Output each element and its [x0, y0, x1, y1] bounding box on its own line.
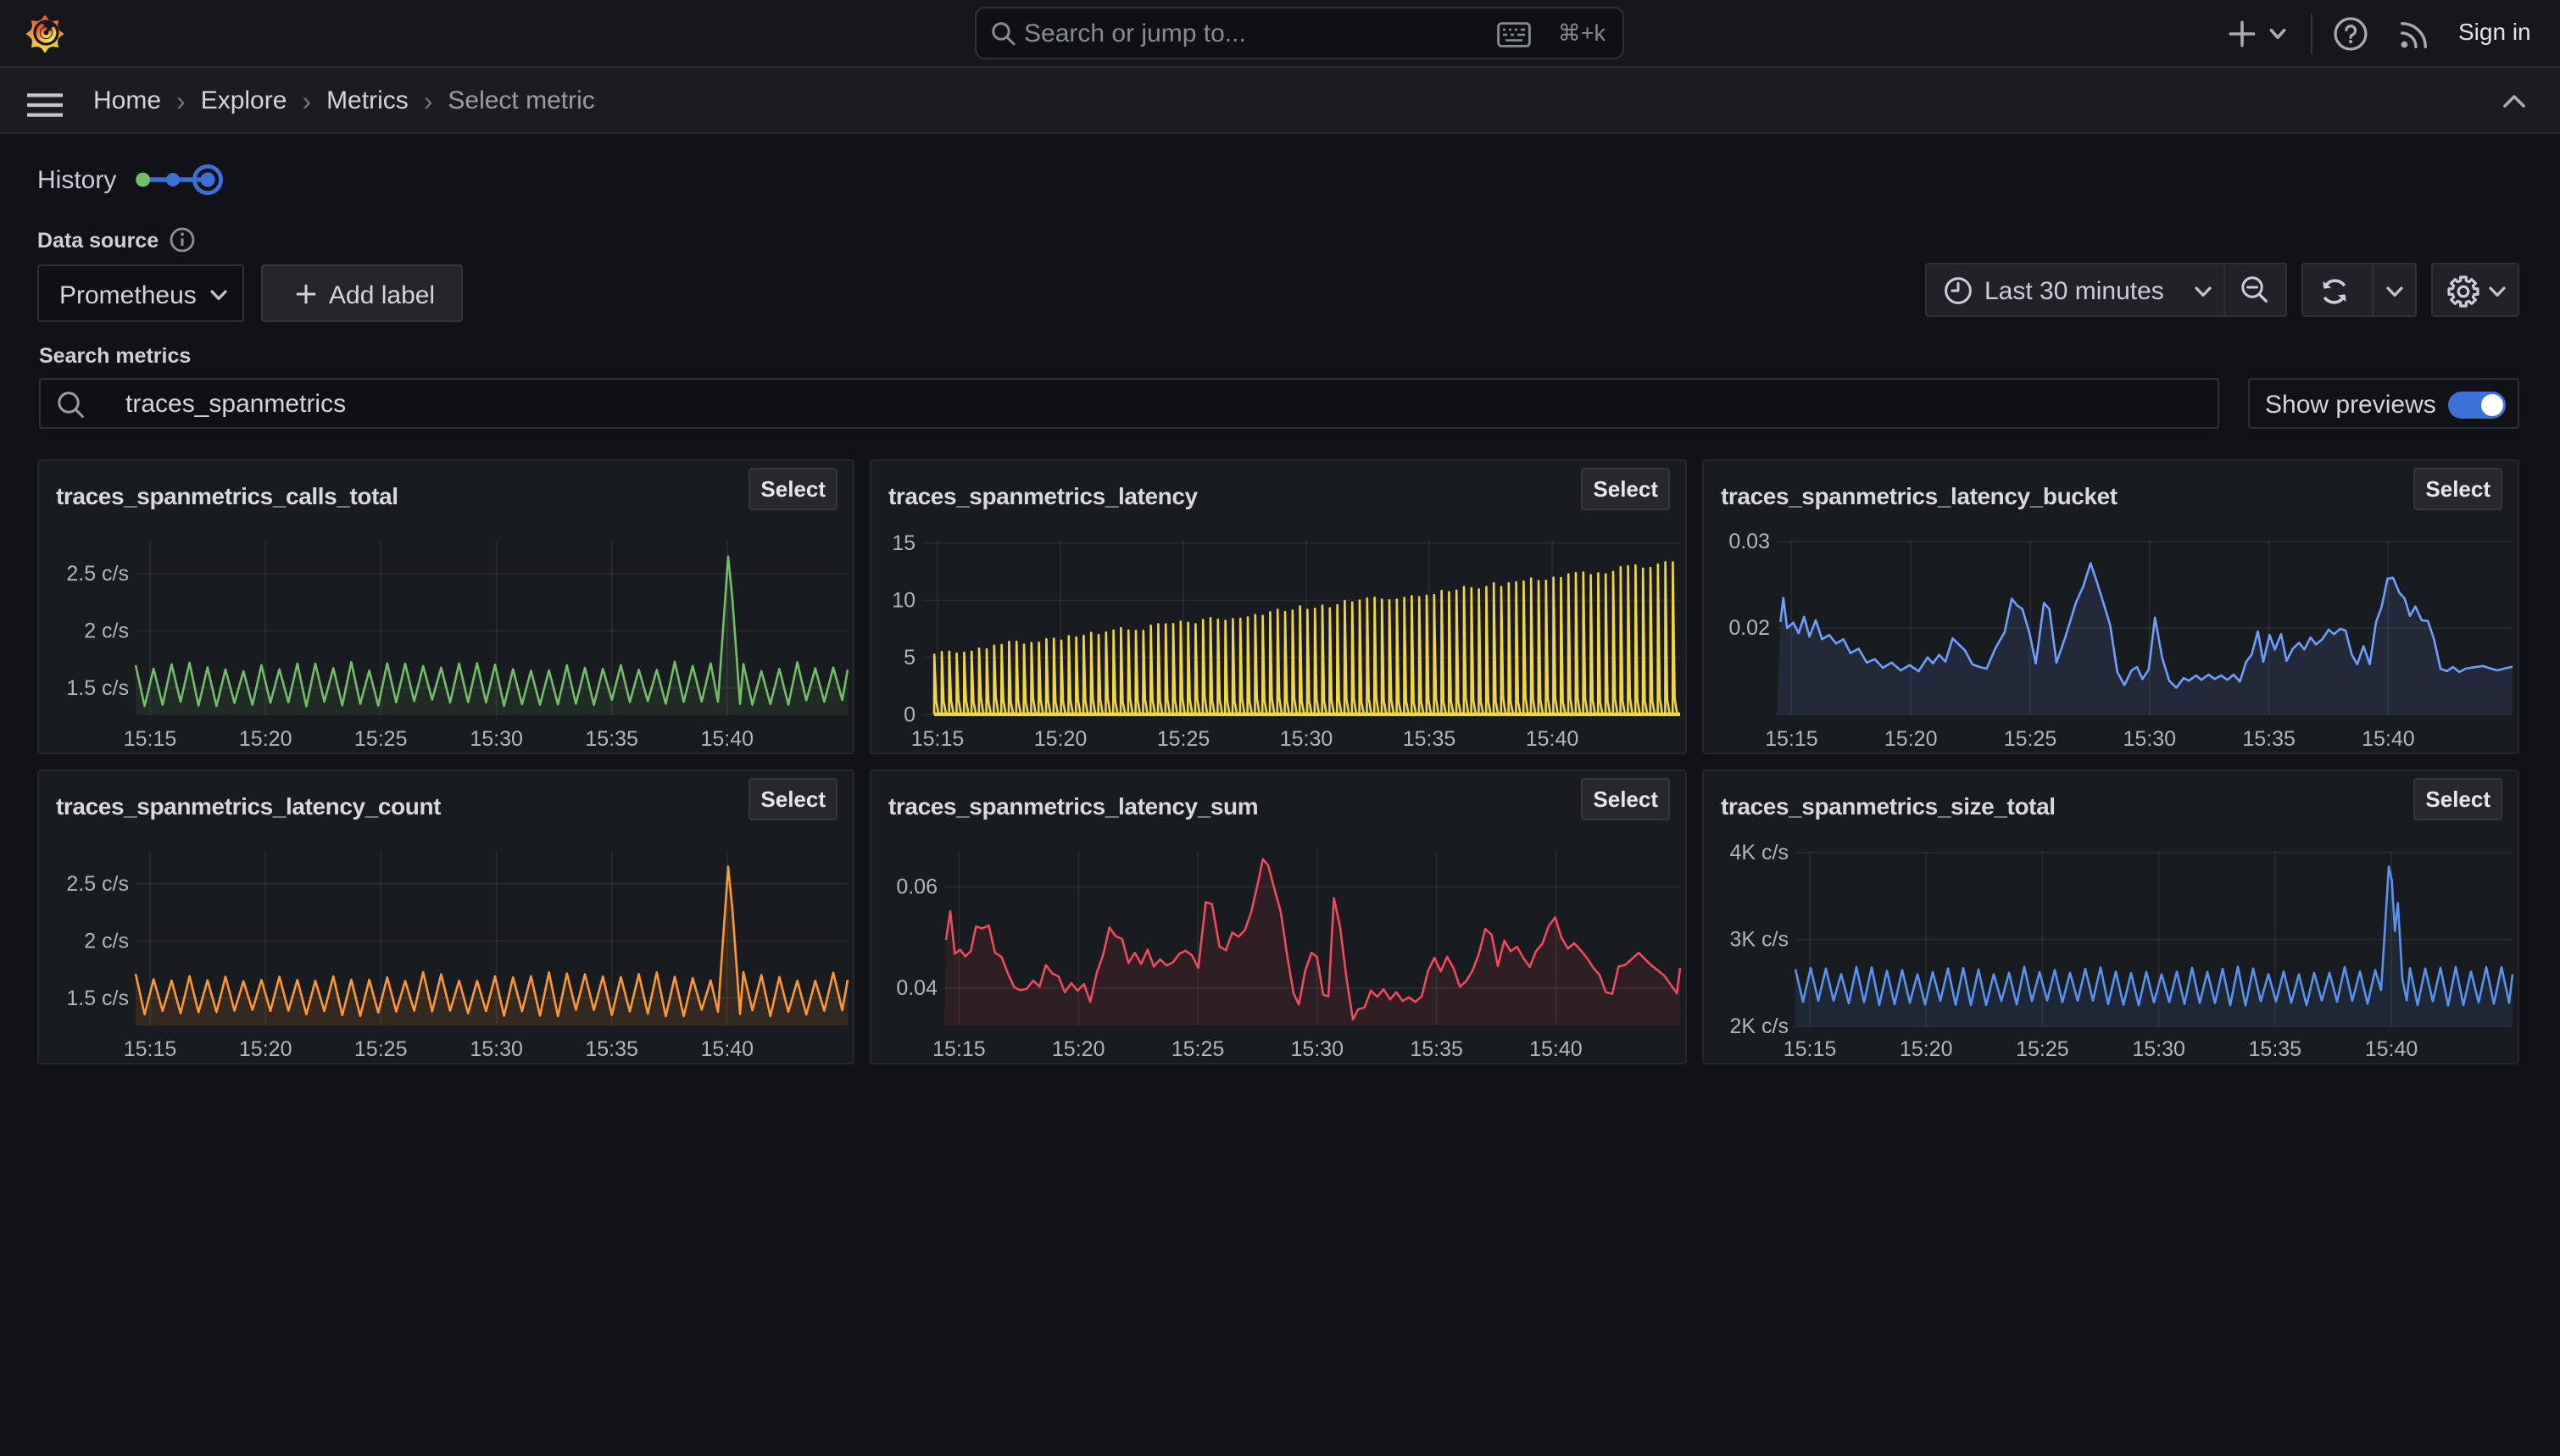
svg-text:15:15: 15:15	[124, 1037, 177, 1061]
svg-text:15:30: 15:30	[2132, 1037, 2185, 1061]
svg-text:15:25: 15:25	[354, 1037, 408, 1061]
svg-text:0.03: 0.03	[1728, 530, 1770, 553]
svg-text:15:20: 15:20	[239, 727, 292, 751]
svg-text:15:20: 15:20	[1052, 1037, 1105, 1061]
svg-text:2.5 c/s: 2.5 c/s	[66, 562, 129, 586]
svg-text:0.02: 0.02	[1728, 616, 1770, 640]
svg-text:15:25: 15:25	[2016, 1037, 2069, 1061]
svg-text:0: 0	[904, 703, 915, 726]
svg-text:2 c/s: 2 c/s	[84, 929, 129, 953]
svg-text:15:25: 15:25	[2004, 727, 2057, 751]
svg-text:15:40: 15:40	[1529, 1037, 1583, 1061]
svg-text:1.5 c/s: 1.5 c/s	[66, 676, 129, 700]
svg-text:5: 5	[904, 646, 915, 670]
svg-text:15:15: 15:15	[932, 1037, 986, 1061]
svg-text:15:15: 15:15	[124, 727, 177, 751]
svg-text:4K c/s: 4K c/s	[1730, 841, 1789, 864]
svg-text:10: 10	[892, 588, 915, 612]
svg-text:0.06: 0.06	[896, 875, 938, 899]
svg-text:15:30: 15:30	[470, 727, 523, 751]
svg-text:15:35: 15:35	[2249, 1037, 2302, 1061]
svg-text:15:15: 15:15	[911, 727, 965, 751]
svg-text:15:30: 15:30	[470, 1037, 523, 1061]
svg-text:2.5 c/s: 2.5 c/s	[66, 872, 129, 896]
svg-text:15: 15	[892, 531, 915, 555]
svg-text:15:25: 15:25	[1157, 727, 1210, 751]
svg-text:2K c/s: 2K c/s	[1730, 1014, 1789, 1038]
svg-text:15:40: 15:40	[701, 1037, 754, 1061]
svg-text:15:20: 15:20	[239, 1037, 292, 1061]
svg-text:15:35: 15:35	[1410, 1037, 1463, 1061]
svg-text:15:40: 15:40	[2362, 727, 2415, 751]
svg-text:15:25: 15:25	[354, 727, 408, 751]
svg-text:3K c/s: 3K c/s	[1730, 928, 1789, 952]
svg-text:1.5 c/s: 1.5 c/s	[66, 986, 129, 1010]
svg-text:15:35: 15:35	[585, 727, 638, 751]
svg-text:15:35: 15:35	[1403, 727, 1456, 751]
svg-text:0.04: 0.04	[896, 976, 938, 1000]
svg-text:15:40: 15:40	[2365, 1037, 2418, 1061]
svg-text:15:35: 15:35	[2242, 727, 2296, 751]
svg-text:15:20: 15:20	[1034, 727, 1088, 751]
svg-text:15:35: 15:35	[585, 1037, 638, 1061]
svg-text:15:15: 15:15	[1765, 727, 1818, 751]
svg-text:15:40: 15:40	[1526, 727, 1579, 751]
svg-text:2 c/s: 2 c/s	[84, 619, 129, 642]
svg-text:15:30: 15:30	[1280, 727, 1333, 751]
svg-text:15:30: 15:30	[2123, 727, 2177, 751]
svg-text:15:25: 15:25	[1171, 1037, 1225, 1061]
svg-text:15:20: 15:20	[1900, 1037, 1953, 1061]
svg-text:15:15: 15:15	[1784, 1037, 1837, 1061]
svg-text:15:20: 15:20	[1884, 727, 1938, 751]
svg-text:15:40: 15:40	[701, 727, 754, 751]
svg-text:15:30: 15:30	[1291, 1037, 1344, 1061]
